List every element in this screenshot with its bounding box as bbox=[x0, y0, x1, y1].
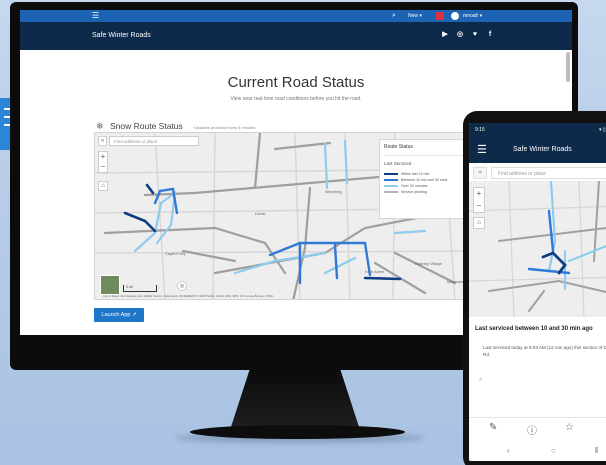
zoom-in-button[interactable]: + bbox=[99, 152, 107, 162]
recents-icon[interactable]: ⦀ bbox=[595, 446, 599, 456]
legend-title: Route Status bbox=[384, 144, 413, 150]
zoom-out-button[interactable]: − bbox=[474, 200, 484, 212]
phone-map[interactable] bbox=[469, 181, 606, 317]
home-icon[interactable]: ⌂ bbox=[473, 217, 485, 229]
star-icon[interactable]: ☆ bbox=[565, 422, 574, 433]
snowflake-icon: ❄ bbox=[96, 121, 104, 131]
map-legend: Route Status Last Serviced Within last 1… bbox=[379, 139, 471, 219]
phone-status-bar: 9:15 ▾ ▯ bbox=[469, 123, 606, 137]
monitor-base bbox=[190, 425, 405, 439]
legend-item: Service pending bbox=[384, 190, 466, 194]
new-button[interactable]: New ▾ bbox=[408, 13, 422, 19]
legend-item: Within last 10 min bbox=[384, 172, 466, 176]
phone-app-title: Safe Winter Roads bbox=[513, 146, 572, 153]
phone-time: 9:15 bbox=[475, 127, 485, 133]
zoom-in-button[interactable]: + bbox=[474, 188, 484, 200]
legend-swatch bbox=[384, 173, 398, 175]
phone-search-input[interactable]: Find address or place bbox=[491, 167, 606, 179]
web-map[interactable]: Capitol City Dover Wyoming Camden Woodsi… bbox=[94, 132, 494, 300]
zoom-to-icon[interactable]: ⌕ bbox=[479, 377, 482, 384]
legend-swatch bbox=[384, 191, 398, 193]
portal-top-bar: ☰ ⌕ New ▾ mnoah ▾ bbox=[20, 10, 572, 22]
instagram-icon[interactable]: ◎ bbox=[455, 29, 465, 39]
zoom-out-button[interactable]: − bbox=[99, 162, 107, 172]
search-input[interactable]: Find address or place bbox=[109, 136, 199, 146]
place-label: Dover bbox=[255, 211, 266, 216]
phone-toolbar: ✎ ⓘ ☆ bbox=[469, 417, 606, 439]
youtube-icon[interactable]: ▶ bbox=[440, 29, 450, 39]
place-label: Kent Acres bbox=[365, 269, 384, 274]
page-title: Current Road Status bbox=[227, 74, 365, 91]
legend-label: Between 10 min and 30 mins bbox=[401, 178, 448, 182]
phone-zoom-control: + − bbox=[473, 187, 485, 213]
edit-icon[interactable]: ✎ bbox=[489, 422, 497, 433]
popup-title: Last serviced between 10 and 30 min ago bbox=[475, 326, 593, 332]
place-label: Magnolia bbox=[447, 279, 464, 284]
legend-label: Service pending bbox=[401, 190, 427, 194]
locate-icon[interactable]: ◎ bbox=[177, 281, 187, 291]
facebook-icon[interactable]: f bbox=[485, 29, 495, 39]
home-nav-icon[interactable]: ○ bbox=[551, 446, 556, 455]
legend-label: Over 30 minutes bbox=[401, 184, 428, 188]
zoom-control: + − bbox=[98, 151, 108, 173]
social-links: ▶ ◎ ♥ f bbox=[440, 29, 495, 39]
popup-body: Last serviced today at 9:03 AM (12 min a… bbox=[483, 345, 606, 357]
place-label: Rodney Village bbox=[415, 261, 443, 266]
launch-app-button[interactable]: Launch App ↗ bbox=[94, 308, 144, 322]
page-subtitle: View near real-time road conditions befo… bbox=[230, 96, 362, 102]
place-label: Wyoming bbox=[325, 189, 342, 194]
collapse-button[interactable]: « bbox=[473, 167, 487, 179]
collapse-button[interactable]: « bbox=[98, 136, 107, 146]
basemap-toggle[interactable] bbox=[100, 275, 120, 295]
back-icon[interactable]: ‹ bbox=[507, 446, 510, 455]
app-title: Safe Winter Roads bbox=[92, 32, 151, 39]
avatar[interactable] bbox=[451, 12, 459, 20]
legend-item: Between 10 min and 30 mins bbox=[384, 178, 466, 182]
app-header: Safe Winter Roads ▶ ◎ ♥ f bbox=[20, 22, 572, 50]
place-label: Capitol City bbox=[165, 251, 185, 256]
menu-icon[interactable]: ☰ bbox=[477, 143, 487, 156]
phone-screen: 9:15 ▾ ▯ ☰ Safe Winter Roads « Find addr… bbox=[469, 123, 606, 461]
phone-app-header: ☰ Safe Winter Roads bbox=[469, 137, 606, 163]
legend-swatch bbox=[384, 185, 398, 187]
legend-subtitle: Last Serviced bbox=[384, 161, 412, 166]
signal-icon: ▾ ▯ bbox=[599, 127, 606, 133]
android-nav-bar: ‹ ○ ⦀ bbox=[469, 441, 606, 461]
mobile-phone: 9:15 ▾ ▯ ☰ Safe Winter Roads « Find addr… bbox=[463, 111, 606, 465]
twitter-icon[interactable]: ♥ bbox=[470, 29, 480, 39]
search-icon[interactable]: ⌕ bbox=[392, 12, 396, 20]
legend-label: Within last 10 min bbox=[401, 172, 430, 176]
home-icon[interactable]: ⌂ bbox=[98, 181, 108, 191]
monitor-stand bbox=[230, 370, 360, 430]
scale-bar: 2 mi bbox=[123, 285, 157, 292]
info-icon[interactable]: ⓘ bbox=[527, 422, 537, 437]
map-title: Snow Route Status bbox=[110, 121, 183, 131]
menu-icon[interactable]: ☰ bbox=[92, 12, 99, 20]
map-attribution: City of Dover, Esri Canada, Esri, HERE, … bbox=[103, 294, 274, 298]
update-note: *Updates provided every 5 minutes bbox=[193, 125, 256, 130]
notification-icon[interactable] bbox=[436, 12, 444, 20]
user-menu[interactable]: mnoah ▾ bbox=[463, 13, 482, 19]
legend-item: Over 30 minutes bbox=[384, 184, 466, 188]
legend-swatch bbox=[384, 179, 398, 181]
phone-map-canvas bbox=[469, 181, 606, 317]
